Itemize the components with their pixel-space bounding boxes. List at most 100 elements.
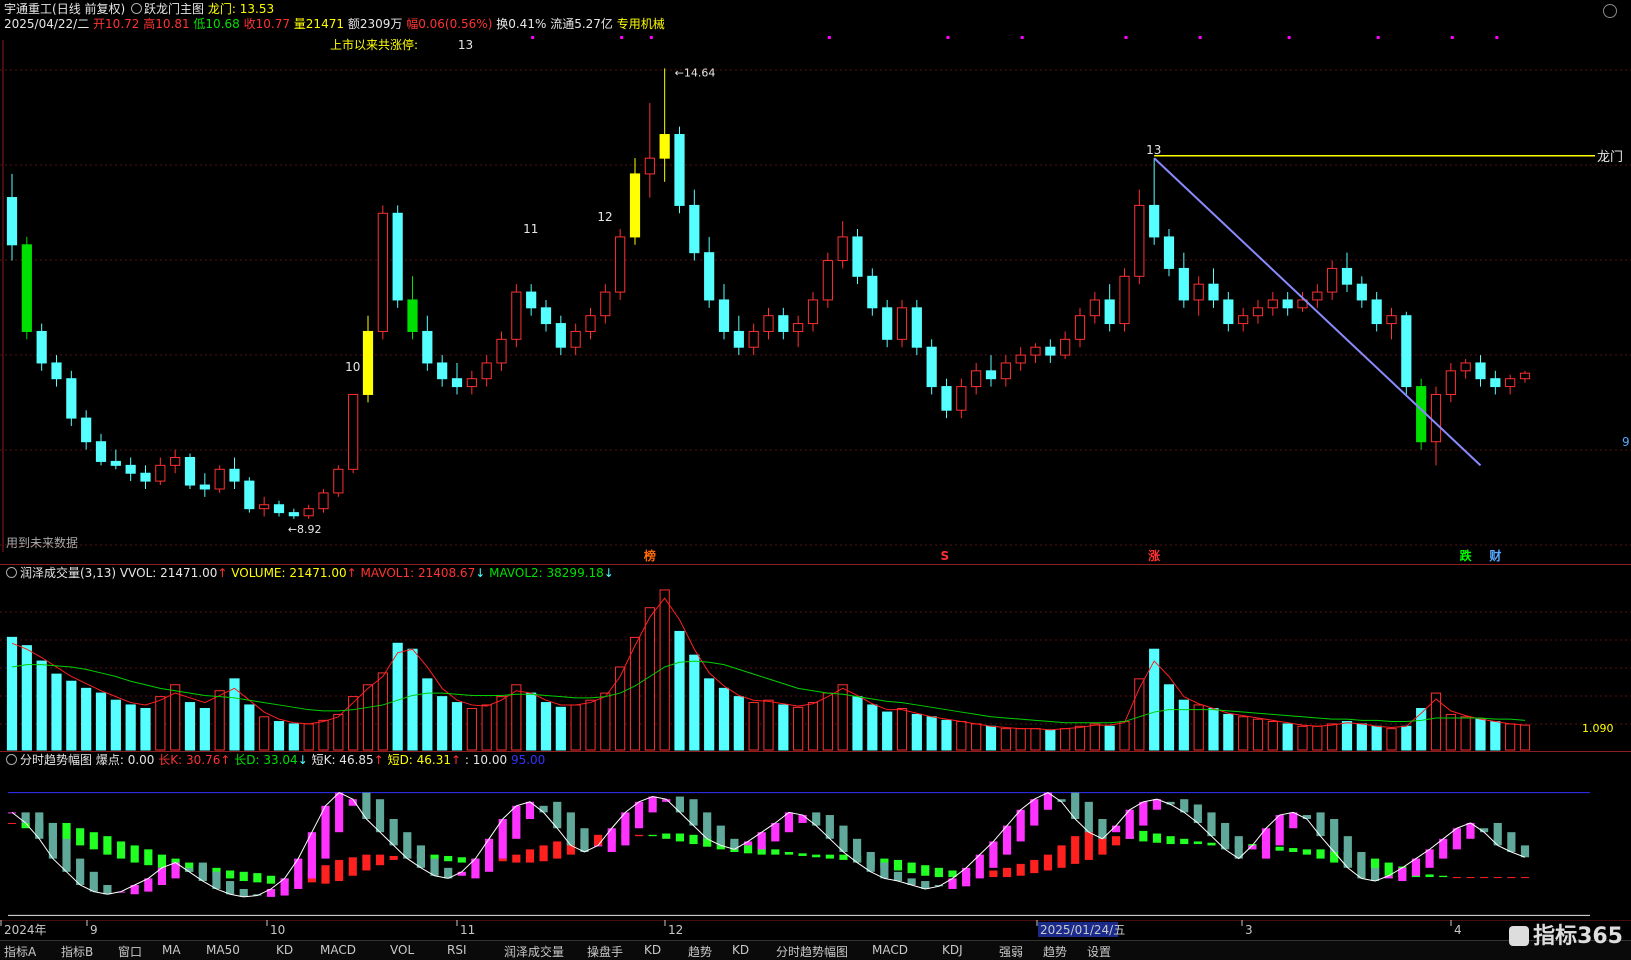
short-trend-bar xyxy=(1507,832,1516,852)
long-trend-bar xyxy=(266,875,276,884)
candle-body xyxy=(1149,204,1160,238)
long-trend-bar xyxy=(1425,874,1434,878)
trend-chart[interactable] xyxy=(0,768,1631,938)
volume-bar xyxy=(303,723,314,751)
candle-body xyxy=(288,512,299,517)
candle-body xyxy=(199,484,210,490)
long-trend-bar xyxy=(553,841,562,859)
volume-bar xyxy=(600,692,611,751)
volume-bar xyxy=(155,696,166,751)
bottom-tab[interactable]: 分时趋势幅图 xyxy=(776,943,848,960)
volume-bar xyxy=(733,696,744,751)
bottom-tab[interactable]: KD xyxy=(732,943,749,957)
bottom-tab[interactable]: KD xyxy=(644,943,661,957)
long-trend-bar xyxy=(1520,877,1530,879)
bottom-tab[interactable]: MACD xyxy=(872,943,908,957)
candle-body xyxy=(451,378,463,388)
bottom-tab[interactable]: 指标A xyxy=(4,943,36,960)
volume-bar xyxy=(570,704,581,751)
long-trend-bar xyxy=(743,844,753,854)
long-trend-bar xyxy=(62,822,71,842)
volume-bar xyxy=(778,704,789,751)
volume-bar xyxy=(1460,716,1471,751)
volume-bar xyxy=(95,692,107,751)
bottom-tab[interactable]: MA xyxy=(162,943,181,957)
volume-bar xyxy=(926,716,937,751)
volume-bar xyxy=(718,687,730,751)
bottom-tab[interactable]: 指标B xyxy=(61,943,93,960)
long-trend-bar xyxy=(253,873,262,883)
long-trend-bar xyxy=(1139,830,1148,842)
candle-body xyxy=(1401,315,1412,388)
volume-bar xyxy=(822,692,833,751)
short-trend-bar xyxy=(825,815,834,839)
long-trend-bar xyxy=(362,854,371,871)
volume-bar xyxy=(362,684,374,751)
short-trend-bar xyxy=(839,825,848,852)
volume-bar xyxy=(1386,728,1397,751)
candle-body xyxy=(882,307,893,340)
limit-up-counter: 13 xyxy=(1146,143,1161,157)
volume-bar xyxy=(422,678,433,751)
short-trend-bar xyxy=(648,796,657,813)
volume-bar xyxy=(1045,729,1056,751)
volume-bar xyxy=(526,692,537,751)
long-trend-bar xyxy=(662,833,671,839)
long-trend-bar xyxy=(348,857,357,876)
volume-bar xyxy=(1475,718,1486,751)
gear-icon[interactable] xyxy=(6,754,17,765)
bottom-tab[interactable]: 操盘手 xyxy=(587,943,623,960)
short-trend-bar xyxy=(1261,828,1271,859)
volume-bar xyxy=(437,696,448,751)
short-trend-bar xyxy=(21,812,30,823)
volume-bar xyxy=(6,636,18,751)
bottom-tab[interactable]: 润泽成交量 xyxy=(504,943,564,960)
bottom-tab[interactable]: KDJ xyxy=(942,943,963,957)
signal-dot xyxy=(531,36,535,39)
candle-body xyxy=(1060,338,1071,356)
volume-bar xyxy=(896,708,908,751)
volume-bar xyxy=(748,702,759,751)
volume-bar xyxy=(793,706,804,751)
vvol-value: VVOL: 21471.00 xyxy=(119,566,218,580)
right-edge-value: 9 xyxy=(1622,435,1630,449)
bottom-tab[interactable]: 趋势 xyxy=(1043,943,1067,960)
volume-chart[interactable]: 1.090 xyxy=(0,582,1631,752)
long-trend-bar xyxy=(1493,877,1502,879)
volume-bar xyxy=(1223,713,1234,751)
main-price-chart[interactable]: 龙门 ←14.64 ←8.92 10 11 12 13 榜 S 涨 跌财 9 xyxy=(0,0,1631,565)
long-trend-bar xyxy=(1316,849,1325,859)
long-trend-bar xyxy=(1071,836,1080,864)
bottom-tab[interactable]: KD xyxy=(276,943,293,957)
long-trend-bar xyxy=(321,865,330,884)
short-trend-bar xyxy=(1275,815,1284,846)
signal-dot xyxy=(946,36,950,39)
bottom-tab[interactable]: MA50 xyxy=(206,943,240,957)
trend-panel-title[interactable]: 分时趋势幅图 xyxy=(20,753,92,767)
bottom-tab[interactable]: MACD xyxy=(320,943,356,957)
candle-body xyxy=(155,464,166,482)
bottom-tab[interactable]: RSI xyxy=(447,943,467,957)
candle-body xyxy=(733,330,744,348)
limit-up-counter: 12 xyxy=(597,210,612,224)
short-trend-bar xyxy=(144,878,153,892)
candle-body xyxy=(66,378,77,419)
volume-bar xyxy=(1416,708,1427,751)
volume-bar xyxy=(1445,713,1456,751)
event-marker: 跌 xyxy=(1460,548,1473,563)
trend-layer xyxy=(7,791,1590,916)
candle-body xyxy=(1490,378,1501,388)
volume-panel-title[interactable]: 润泽成交量(3,13) xyxy=(20,566,116,580)
short-trend-bar xyxy=(1002,825,1012,855)
volume-bar xyxy=(941,719,952,751)
bottom-tab[interactable]: 强弱 xyxy=(999,943,1023,960)
bottom-tab[interactable]: 窗口 xyxy=(118,943,142,960)
signal-dot xyxy=(827,36,831,39)
candle-body xyxy=(615,236,626,293)
gear-icon[interactable] xyxy=(6,567,17,578)
candle-body xyxy=(526,291,537,309)
bottom-tab[interactable]: 趋势 xyxy=(688,943,712,960)
bottom-tab[interactable]: 设置 xyxy=(1087,943,1111,960)
long-d-value: 长D: 33.04 xyxy=(234,753,298,767)
bottom-tab[interactable]: VOL xyxy=(390,943,414,957)
